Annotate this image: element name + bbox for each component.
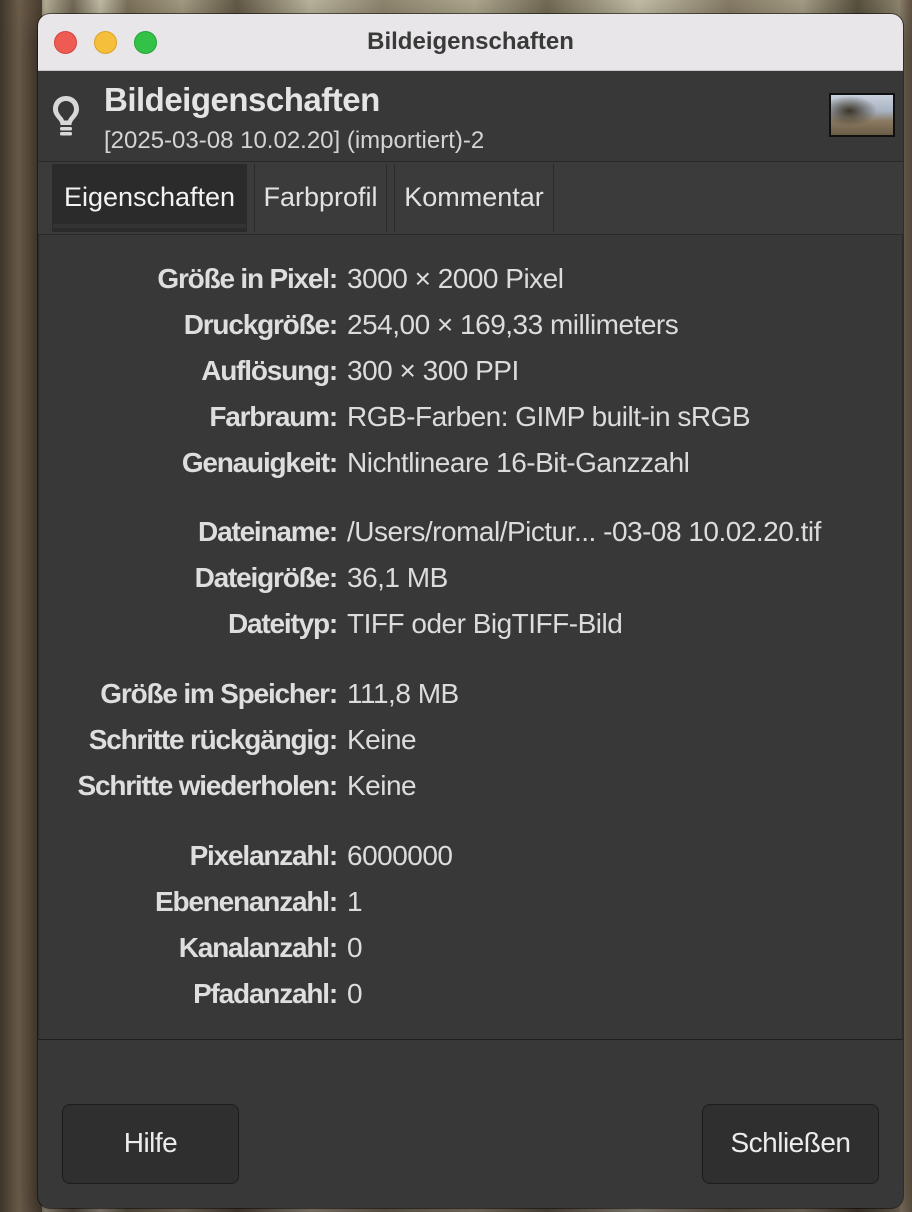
property-label: Dateigröße: <box>194 562 339 593</box>
property-row: Pfadanzahl: 0 <box>39 978 902 1018</box>
properties-panel: Größe in Pixel: 3000 × 2000 Pixel Druckg… <box>38 235 903 1040</box>
property-row: Auflösung: 300 × 300 PPI <box>39 355 902 395</box>
property-row: Dateigröße: 36,1 MB <box>39 562 902 602</box>
property-value: 1 <box>347 886 363 917</box>
property-label: Ebenenanzahl: <box>155 886 338 917</box>
window-title: Bildeigenschaften <box>367 28 574 55</box>
property-row: Farbraum: RGB-Farben: GIMP built-in sRGB <box>39 401 902 441</box>
property-row: Schritte wiederholen: Keine <box>39 770 902 810</box>
property-row: Druckgröße: 254,00 × 169,33 millimeters <box>39 309 902 349</box>
property-label: Auflösung: <box>201 355 338 386</box>
property-label: Druckgröße: <box>183 309 338 340</box>
dialog-footer: Hilfe Schließen <box>38 1040 903 1208</box>
property-value: RGB-Farben: GIMP built-in sRGB <box>347 401 751 432</box>
property-value: 111,8 MB <box>347 678 459 709</box>
property-label: Farbraum: <box>209 401 338 432</box>
image-thumbnail <box>829 93 895 137</box>
property-row: Schritte rückgängig: Keine <box>39 724 902 764</box>
help-button[interactable]: Hilfe <box>62 1104 239 1184</box>
property-row: Kanalanzahl: 0 <box>39 932 902 972</box>
property-label: Schritte rückgängig: <box>88 724 338 755</box>
property-label: Pfadanzahl: <box>193 978 338 1009</box>
property-value: TIFF oder BigTIFF-Bild <box>347 608 623 639</box>
property-row: Größe in Pixel: 3000 × 2000 Pixel <box>39 263 902 303</box>
property-value: Keine <box>347 770 417 801</box>
property-row: Dateiname: /Users/romal/Pictur... -03-08… <box>39 516 902 556</box>
title-bar[interactable]: Bildeigenschaften <box>38 14 903 71</box>
property-value: 36,1 MB <box>347 562 448 593</box>
property-value: 0 <box>347 978 363 1009</box>
property-value: /Users/romal/Pictur... -03-08 10.02.20.t… <box>347 516 821 547</box>
property-row: Pixelanzahl: 6000000 <box>39 840 902 880</box>
tab-farbprofil[interactable]: Farbprofil <box>254 164 387 232</box>
lightbulb-icon <box>53 96 79 136</box>
dialog-title: Bildeigenschaften <box>104 81 380 118</box>
property-value: 254,00 × 169,33 millimeters <box>347 309 679 340</box>
tab-eigenschaften[interactable]: Eigenschaften <box>52 164 247 232</box>
property-label: Dateiname: <box>198 516 338 547</box>
property-row: Dateityp: TIFF oder BigTIFF-Bild <box>39 608 902 648</box>
property-value: Nichtlineare 16-Bit-Ganzzahl <box>347 447 690 478</box>
tab-bar: Eigenschaften Farbprofil Kommentar <box>38 161 903 235</box>
desktop-background-tree <box>0 0 42 1212</box>
image-properties-window: Bildeigenschaften Bildeigenschaften [202… <box>38 14 903 1208</box>
property-label: Schritte wiederholen: <box>77 770 338 801</box>
property-value: 300 × 300 PPI <box>347 355 519 386</box>
property-row: Größe im Speicher: 111,8 MB <box>39 678 902 718</box>
property-value: 3000 × 2000 Pixel <box>347 263 564 294</box>
close-button[interactable]: Schließen <box>702 1104 879 1184</box>
property-value: 0 <box>347 932 363 963</box>
property-label: Dateityp: <box>228 608 338 639</box>
property-row: Ebenenanzahl: 1 <box>39 886 902 926</box>
property-label: Genauigkeit: <box>181 447 338 478</box>
property-label: Größe in Pixel: <box>157 263 338 294</box>
property-label: Kanalanzahl: <box>178 932 339 963</box>
image-name: [2025-03-08 10.02.20] (importiert)-2 <box>104 127 485 154</box>
dialog-header: Bildeigenschaften [2025-03-08 10.02.20] … <box>38 71 903 161</box>
property-value: 6000000 <box>347 840 453 871</box>
property-value: Keine <box>347 724 417 755</box>
property-label: Pixelanzahl: <box>189 840 339 871</box>
property-row: Genauigkeit: Nichtlineare 16-Bit-Ganzzah… <box>39 447 902 487</box>
property-label: Größe im Speicher: <box>100 678 338 709</box>
tab-kommentar[interactable]: Kommentar <box>394 164 554 232</box>
